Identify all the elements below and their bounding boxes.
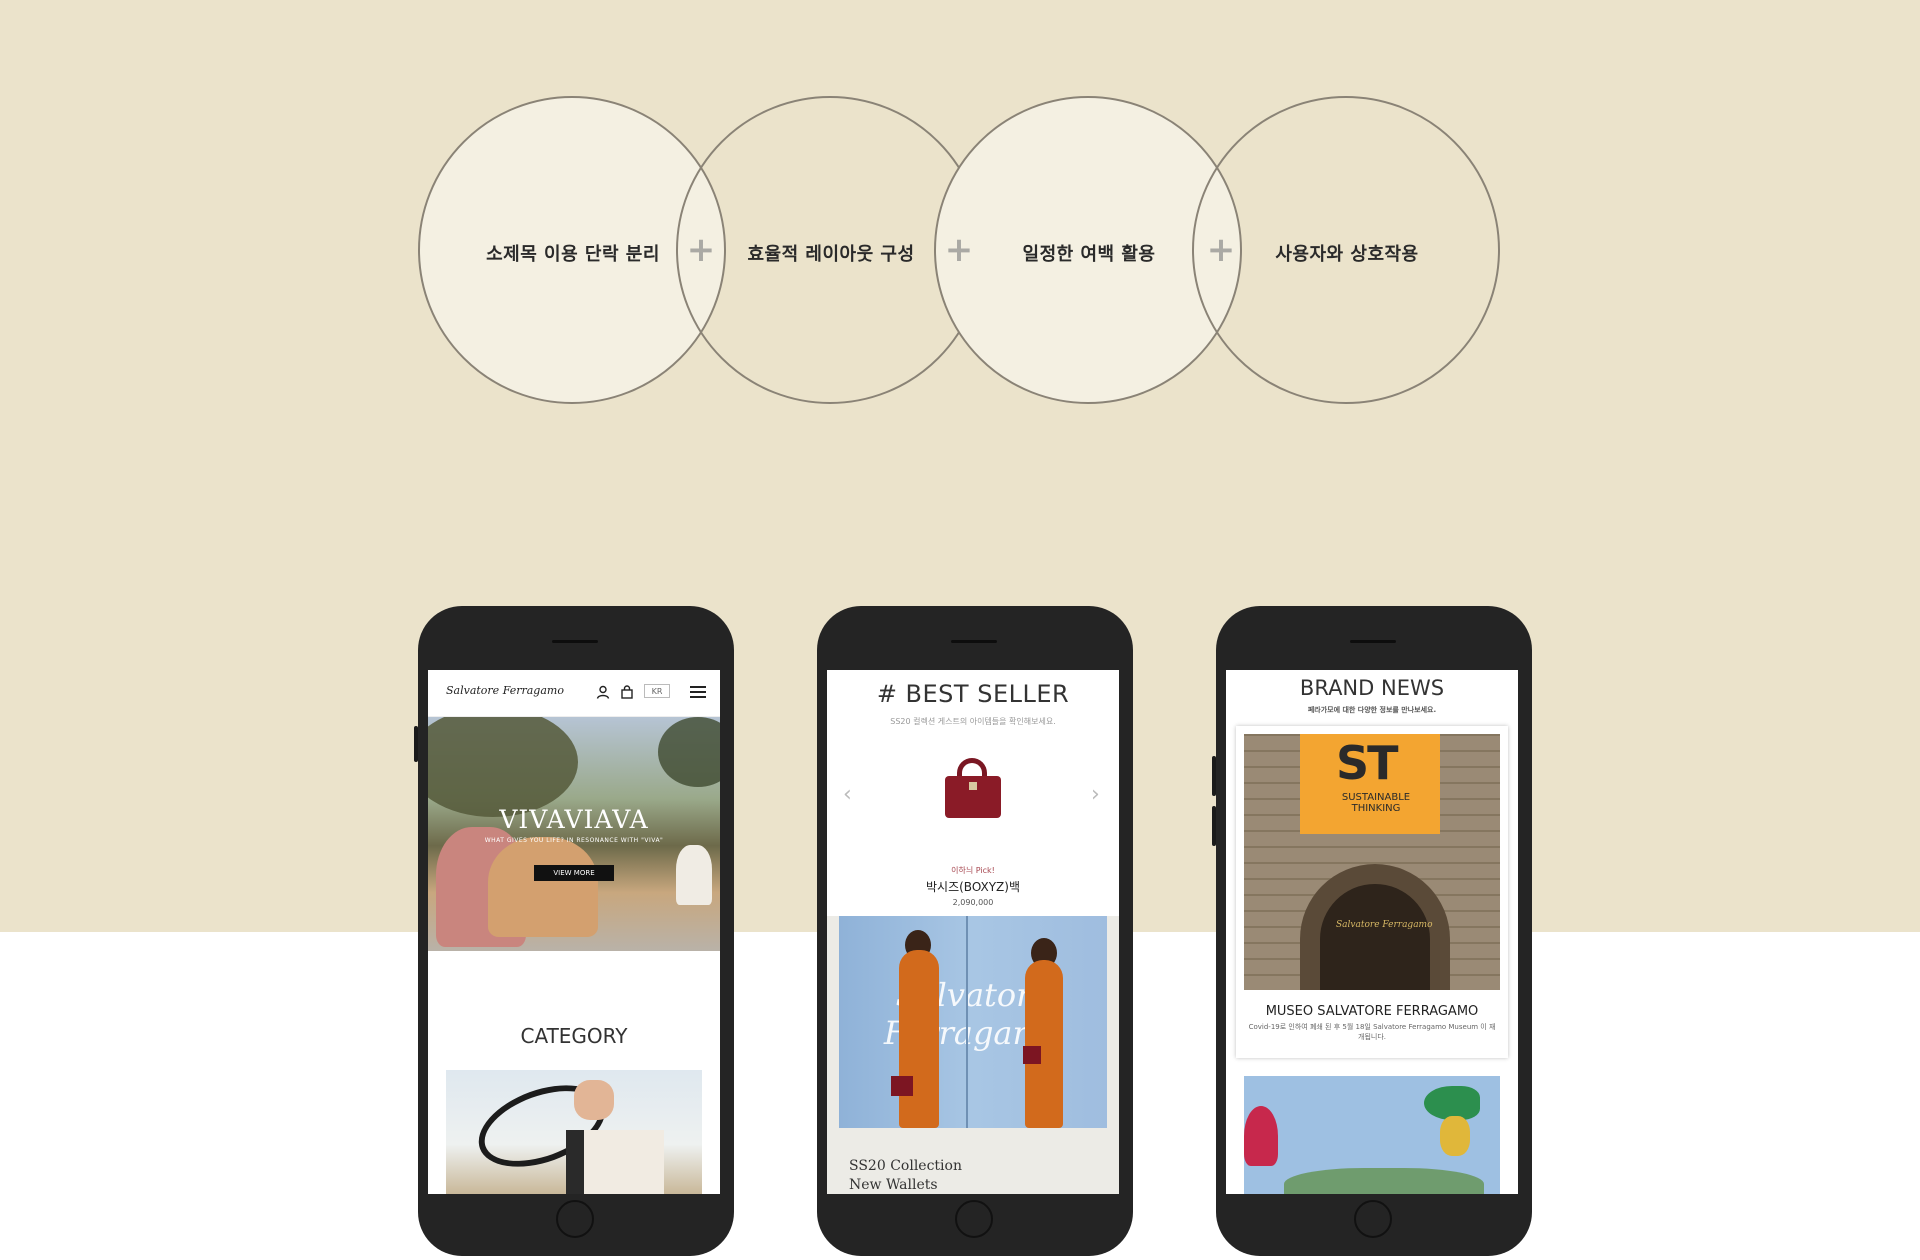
hand-shape	[574, 1080, 614, 1120]
plus-icon: +	[1206, 230, 1236, 270]
news-title: BRAND NEWS	[1299, 676, 1445, 700]
phone-side-button	[414, 726, 418, 762]
parrot-shape-2	[1424, 1086, 1480, 1120]
hamburger-menu-icon[interactable]	[690, 686, 706, 698]
hero-model-3	[676, 845, 712, 905]
phone-screen: Salvatore Ferragamo KR VIVAVIAVA WHAT GI…	[428, 670, 720, 1194]
photo-divider	[966, 916, 968, 1128]
phone-mockup-home: Salvatore Ferragamo KR VIVAVIAVA WHAT GI…	[414, 606, 734, 1256]
hero-subtitle: WHAT GIVES YOU LIFE? IN RESONANCE WITH "…	[484, 837, 664, 844]
user-icon[interactable]	[596, 685, 610, 699]
collection-caption-line1: SS20 Collection	[849, 1158, 962, 1174]
scarf-shape	[1284, 1168, 1484, 1194]
language-select[interactable]: KR	[644, 684, 670, 698]
pick-label: 이하늬 Pick!	[951, 866, 995, 875]
parrot-shape-1	[1244, 1106, 1278, 1166]
phone-side-button	[1212, 756, 1216, 796]
principle-label-3: 일정한 여백 활용	[1022, 244, 1156, 265]
news-card-title: MUSEO SALVATORE FERRAGAMO	[1265, 1004, 1479, 1019]
phone-speaker	[552, 640, 598, 643]
news-card-description: Covid-19로 인하여 폐쇄 된 후 5월 18일 Salvatore Fe…	[1248, 1023, 1496, 1041]
news-subtitle: 페라가모에 대한 다양한 정보를 만나보세요.	[1307, 706, 1437, 714]
hero-palm-shape	[658, 717, 720, 787]
brand-script-wall: Salvatore Ferragamo	[883, 976, 1063, 1052]
collection-caption-line2: New Wallets	[849, 1177, 938, 1193]
plus-icon: +	[944, 230, 974, 270]
phone-screen: BRAND NEWS 페라가모에 대한 다양한 정보를 만나보세요. ST SU…	[1226, 670, 1518, 1194]
plus-icon: +	[686, 230, 716, 270]
model-body-1	[899, 950, 939, 1128]
collection-section: Salvatore Ferragamo SS20 Collection New …	[827, 916, 1119, 1194]
museum-sign: Salvatore Ferragamo	[1336, 920, 1433, 930]
news-card[interactable]: ST SUSTAINABLE THINKING Salvatore Ferrag…	[1236, 726, 1508, 1058]
bag-shape	[566, 1130, 664, 1194]
category-image[interactable]	[446, 1070, 702, 1194]
bag-clasp-shape	[969, 782, 977, 790]
phone-speaker	[951, 640, 997, 643]
shopping-bag-icon[interactable]	[620, 685, 634, 699]
phone-home-button	[955, 1200, 993, 1238]
principle-label-1: 소제목 이용 단락 분리	[486, 244, 660, 265]
phone-home-button	[556, 1200, 594, 1238]
product-price: 2,090,000	[952, 898, 994, 907]
view-more-button[interactable]: VIEW MORE	[534, 865, 614, 881]
brand-logo[interactable]: Salvatore Ferragamo	[446, 684, 564, 697]
hero-model-2	[488, 837, 598, 937]
phone-home-button	[1354, 1200, 1392, 1238]
hero-banner: VIVAVIAVA WHAT GIVES YOU LIFE? IN RESONA…	[428, 717, 720, 951]
model-body-2	[1025, 960, 1063, 1128]
site-header: Salvatore Ferragamo KR	[428, 670, 720, 717]
doorway-shape	[1320, 884, 1430, 990]
phone-side-button	[1212, 806, 1216, 846]
phone-mockup-news: BRAND NEWS 페라가모에 대한 다양한 정보를 만나보세요. ST SU…	[1212, 606, 1532, 1256]
parrot-wing-shape	[1440, 1116, 1470, 1156]
bestseller-title: # BEST SELLER	[876, 680, 1070, 708]
principle-label-2: 효율적 레이아웃 구성	[747, 244, 915, 265]
bestseller-subtitle: SS20 컬렉션 게스트의 아이템들을 확인해보세요.	[890, 717, 1056, 726]
principle-label-4: 사용자와 상호작용	[1275, 244, 1419, 265]
carousel-next-icon[interactable]: ›	[1091, 782, 1100, 807]
news-card-image: ST SUSTAINABLE THINKING Salvatore Ferrag…	[1244, 734, 1500, 990]
model-bag-1	[891, 1076, 913, 1096]
carousel-prev-icon[interactable]: ‹	[843, 782, 852, 807]
phone-mockup-bestseller: # BEST SELLER SS20 컬렉션 게스트의 아이템들을 확인해보세요…	[817, 606, 1133, 1256]
banner-st-text: ST	[1336, 736, 1398, 790]
hero-title: VIVAVIAVA	[499, 805, 649, 834]
phone-speaker	[1350, 640, 1396, 643]
collection-photo[interactable]: Salvatore Ferragamo	[839, 916, 1107, 1128]
news-image-2[interactable]	[1244, 1076, 1500, 1194]
product-name[interactable]: 박시즈(BOXYZ)백	[827, 878, 1119, 895]
banner-caption: SUSTAINABLE THINKING	[1341, 792, 1411, 814]
product-image[interactable]	[945, 758, 1001, 820]
category-heading: CATEGORY	[520, 1024, 628, 1048]
phone-screen: # BEST SELLER SS20 컬렉션 게스트의 아이템들을 확인해보세요…	[827, 670, 1119, 1194]
hero-tree-shape	[428, 717, 578, 817]
model-bag-2	[1023, 1046, 1041, 1064]
